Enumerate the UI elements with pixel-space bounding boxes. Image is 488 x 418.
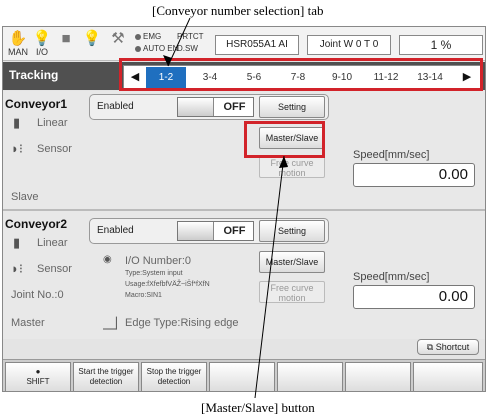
shortcut-icon: ⧉ <box>426 342 436 352</box>
conveyor1-speed-label: Speed[mm/sec] <box>353 149 430 161</box>
conveyor1-enable-toggle[interactable]: OFF <box>177 97 254 117</box>
conveyor2-io-usage: Usage:fXfefbfVÄŽ~iŠf*fXfN <box>125 281 210 288</box>
conveyor2-type: Linear <box>37 237 68 249</box>
conveyor1-role: Slave <box>11 191 39 203</box>
conveyor2-panel: Conveyor2 ▮ Linear ◗⁝ Sensor Joint No.:0… <box>3 211 485 339</box>
shift-button[interactable]: ● SHIFT <box>5 362 71 391</box>
io-radio-icon[interactable]: ◉ <box>103 254 112 265</box>
free-curve-sublabel: motion <box>278 168 306 178</box>
button-highlight-box <box>244 121 325 158</box>
shift-label: SHIFT <box>26 377 50 386</box>
conveyor2-sensor: Sensor <box>37 263 72 275</box>
prtct-status: PRTCT <box>177 32 204 41</box>
shortcut-label: Shortcut <box>435 342 470 352</box>
tool-icon[interactable]: ⚒ <box>107 31 129 57</box>
hand-icon[interactable]: ✋ MAN <box>7 31 29 58</box>
conveyor2-speed-value: 0.00 <box>353 285 475 309</box>
conveyor1-enabled-label: Enabled <box>97 101 134 112</box>
lamp-icon[interactable]: 💡 <box>81 31 103 57</box>
sensor-icon: ◗⁝ <box>11 141 23 156</box>
tab-highlight-box <box>119 58 483 91</box>
stop-label: Stop the trigger <box>146 367 202 376</box>
shortcut-button[interactable]: ⧉ Shortcut <box>417 339 479 355</box>
toggle-knob <box>178 222 214 240</box>
stop-sublabel: detection <box>157 377 191 386</box>
linear-icon: ▮ <box>13 115 21 130</box>
function-key-7[interactable] <box>413 362 483 391</box>
page-title: Tracking <box>9 68 59 82</box>
conveyor2-enabled-label: Enabled <box>97 225 134 236</box>
toggle-value: OFF <box>223 225 246 237</box>
tab-callout-caption: [Conveyor number selection] tab <box>152 3 324 18</box>
toggle-knob <box>178 98 214 116</box>
conveyor1-free-curve-button[interactable]: Free curve motion <box>259 156 325 178</box>
start-sublabel: detection <box>89 377 123 386</box>
conveyor2-enable-toggle[interactable]: OFF <box>177 221 254 241</box>
linear-icon: ▮ <box>13 235 21 250</box>
conveyor2-edge-type: Edge Type:Rising edge <box>125 317 239 329</box>
conveyor2-io-type: Type:System input <box>125 270 183 277</box>
emg-status: EMG <box>135 32 161 41</box>
auto-en-status: AUTO EN <box>135 44 178 53</box>
stop-icon[interactable]: ■ <box>55 31 77 57</box>
start-label: Start the trigger <box>78 367 134 376</box>
shift-indicator-icon: ● <box>35 367 41 376</box>
conveyor1-setting-button[interactable]: Setting <box>259 96 325 118</box>
conveyor1-sensor: Sensor <box>37 143 72 155</box>
function-key-6[interactable] <box>345 362 411 391</box>
function-key-5[interactable] <box>277 362 343 391</box>
free-curve-label: Free curve <box>270 283 314 293</box>
free-curve-label: Free curve <box>270 158 314 168</box>
conveyor2-master-slave-button[interactable]: Master/Slave <box>259 251 325 273</box>
stop-trigger-detection-button[interactable]: Stop the trigger detection <box>141 362 207 391</box>
toggle-value: OFF <box>223 101 246 113</box>
top-status-bar: ✋ MAN 💡 I/O ■ 💡 ⚒ EMG AUTO EN PRTCT D.SW H… <box>3 27 485 61</box>
override-field[interactable]: 1 % <box>399 35 483 55</box>
start-trigger-detection-button[interactable]: Start the trigger detection <box>73 362 139 391</box>
conveyor2-io-macro: Macro:SIN1 <box>125 292 162 299</box>
conveyor1-speed-value: 0.00 <box>353 163 475 187</box>
conveyor2-joint-no: Joint No.:0 <box>11 289 64 301</box>
conveyor2-setting-button[interactable]: Setting <box>259 220 325 242</box>
conveyor2-role: Master <box>11 317 45 329</box>
sensor-icon: ◗⁝ <box>11 261 23 276</box>
io-lamp-icon[interactable]: 💡 I/O <box>31 31 53 58</box>
function-key-4[interactable] <box>209 362 275 391</box>
conveyor2-free-curve-button[interactable]: Free curve motion <box>259 281 325 303</box>
function-key-bar: ● SHIFT Start the trigger detection Stop… <box>3 359 485 391</box>
conveyor1-title: Conveyor1 <box>5 97 68 111</box>
free-curve-sublabel: motion <box>278 293 306 303</box>
conveyor2-title: Conveyor2 <box>5 217 68 231</box>
conveyor2-speed-label: Speed[mm/sec] <box>353 271 430 283</box>
dsw-status: D.SW <box>177 44 198 53</box>
conveyor1-type: Linear <box>37 117 68 129</box>
robot-model-field[interactable]: HSR055A1 AI <box>215 35 299 55</box>
joint-field[interactable]: Joint W 0 T 0 <box>307 35 391 55</box>
conveyor2-io-number: I/O Number:0 <box>125 255 192 267</box>
button-callout-caption: [Master/Slave] button <box>201 400 315 415</box>
